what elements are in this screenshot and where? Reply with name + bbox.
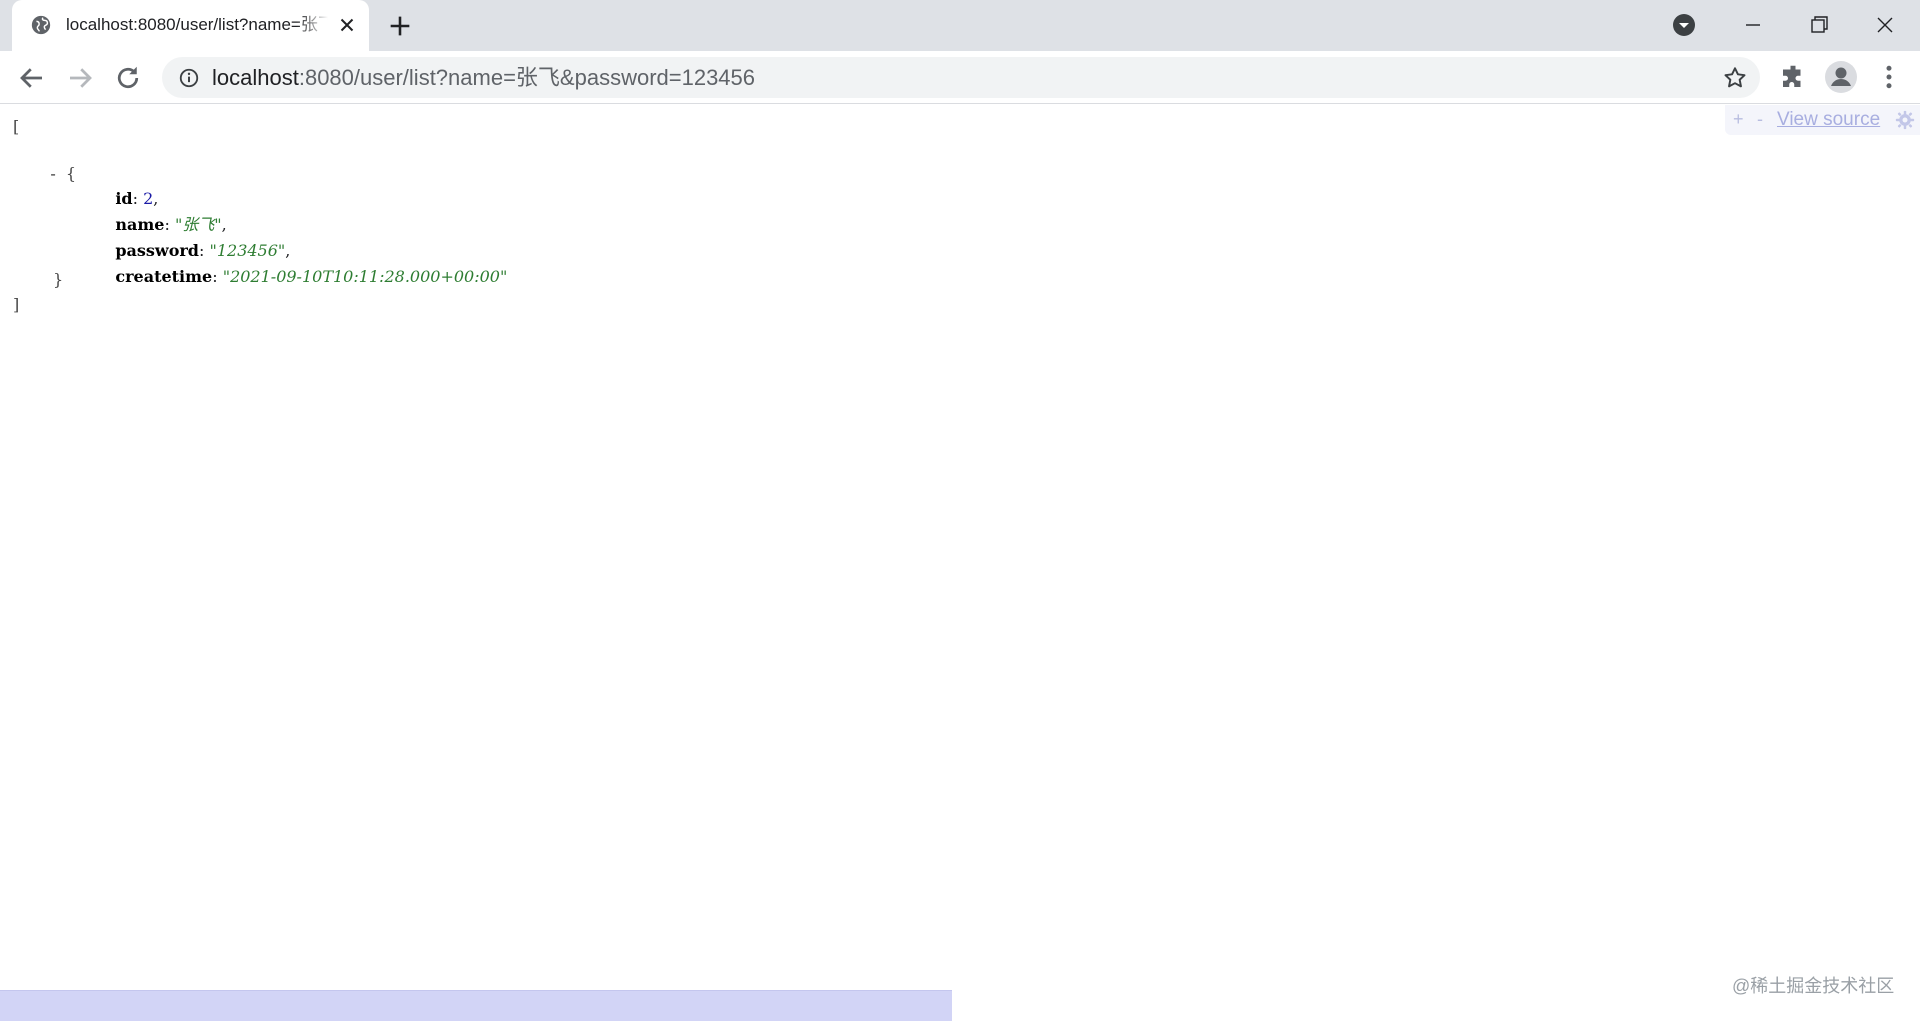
array-item: - { <box>30 141 76 207</box>
info-icon[interactable] <box>178 67 200 89</box>
extensions-icon[interactable] <box>1778 62 1808 92</box>
url-text[interactable]: localhost:8080/user/list?name=张飞&passwor… <box>212 57 755 98</box>
horizontal-scrollbar[interactable] <box>0 990 952 1021</box>
minimize-icon[interactable] <box>1738 10 1768 40</box>
globe-icon <box>31 15 51 35</box>
collapse-all-button[interactable]: - <box>1757 109 1763 130</box>
url-rest: :8080/user/list?name=张飞&password=123456 <box>298 65 756 90</box>
plus-icon[interactable] <box>386 12 414 40</box>
forward-arrow-icon[interactable] <box>65 63 95 93</box>
open-brace: { <box>65 164 77 183</box>
browser-toolbar: localhost:8080/user/list?name=张飞&passwor… <box>0 51 1920 104</box>
maximize-icon[interactable] <box>1804 10 1834 40</box>
browser-tab[interactable]: localhost:8080/user/list?name=张飞&passwor… <box>12 0 369 51</box>
expand-all-button[interactable]: + <box>1733 109 1744 130</box>
watermark: @稀土掘金技术社区 <box>1732 976 1895 996</box>
close-brace: } <box>53 270 64 289</box>
profile-icon[interactable] <box>1824 60 1858 94</box>
more-menu-icon[interactable] <box>1874 62 1904 92</box>
tab-title: localhost:8080/user/list?name=张飞&passwor… <box>66 15 328 34</box>
url-host: localhost <box>212 65 299 90</box>
address-bar[interactable]: localhost:8080/user/list?name=张飞&passwor… <box>162 57 1760 98</box>
view-source-link[interactable]: View source <box>1777 109 1880 131</box>
star-icon[interactable] <box>1722 65 1748 91</box>
reload-icon[interactable] <box>113 63 143 93</box>
close-bracket: ] <box>13 295 20 314</box>
field-key: createtime <box>115 267 213 286</box>
back-arrow-icon[interactable] <box>17 63 47 93</box>
viewer-controls: + - View source <box>1725 105 1920 135</box>
field-value: "2021-09-10T10:11:28.000+00:00" <box>222 267 508 286</box>
tab-search-icon[interactable] <box>1672 13 1696 37</box>
tab-strip: localhost:8080/user/list?name=张飞&passwor… <box>0 0 1920 51</box>
close-icon[interactable] <box>1870 10 1900 40</box>
json-viewer: [ - { id: 2, name: "张飞", password: "1234… <box>0 105 1920 1021</box>
close-icon[interactable] <box>336 14 358 36</box>
gear-icon[interactable] <box>1895 110 1915 130</box>
json-field: createtime: "2021-09-10T10:11:28.000+00:… <box>115 267 508 286</box>
open-bracket: [ <box>13 117 20 136</box>
